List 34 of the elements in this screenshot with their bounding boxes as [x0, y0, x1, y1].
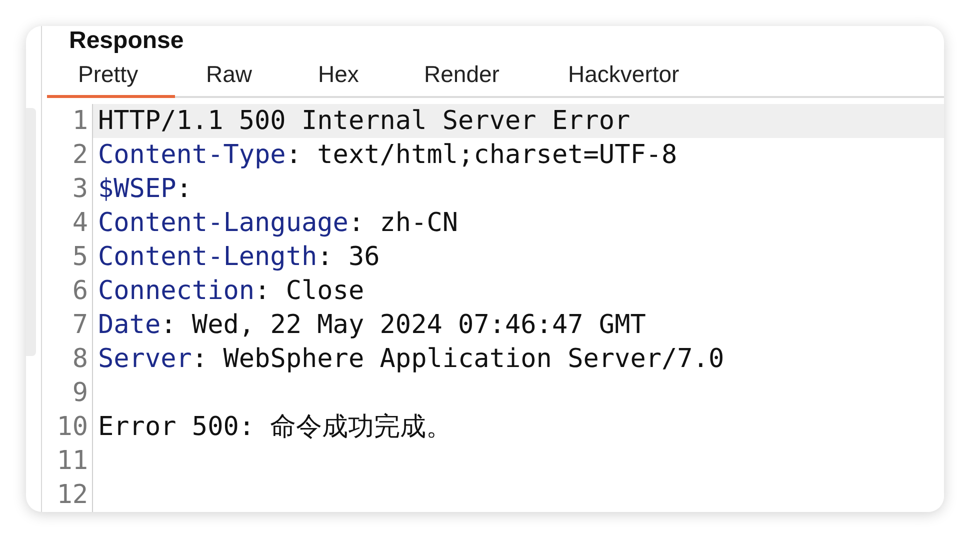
header-name: $WSEP — [98, 172, 176, 206]
line-number: 3 — [72, 172, 88, 206]
tab[interactable]: Hackvertor — [537, 54, 677, 98]
line-number: 12 — [56, 478, 88, 512]
header-name: Content-Type — [98, 138, 286, 172]
header-name: Connection — [98, 274, 255, 308]
line-number: 8 — [72, 342, 88, 376]
body-text: Error 500: 命令成功完成。 — [98, 410, 452, 444]
status-line: HTTP/1.1 500 Internal Server Error — [98, 104, 630, 138]
header-name: Server — [98, 342, 192, 376]
header-value: : 36 — [317, 240, 380, 274]
header-value: : WebSphere Application Server/7.0 — [192, 342, 724, 376]
header-value: : text/html;charset=UTF-8 — [286, 138, 678, 172]
header-name: Date — [98, 308, 161, 342]
tab[interactable]: Hex — [287, 54, 393, 98]
header-value: : Close — [254, 274, 364, 308]
panel-title: Response — [68, 26, 185, 52]
tab[interactable]: Raw — [175, 54, 287, 98]
header-value: : zh-CN — [348, 206, 458, 240]
line-number: 5 — [72, 240, 88, 274]
line-number: 6 — [72, 274, 88, 308]
line-number: 4 — [72, 206, 88, 240]
header-name: Content-Language — [98, 206, 348, 240]
line-number: 7 — [72, 308, 88, 342]
header-value: : Wed, 22 May 2024 07:46:47 GMT — [160, 308, 646, 342]
tab[interactable]: Render — [393, 54, 537, 98]
header-value: : — [176, 172, 192, 206]
line-number: 10 — [56, 410, 88, 444]
line-number: 2 — [72, 138, 88, 172]
header-name: Content-Length — [98, 240, 318, 274]
tab[interactable]: Pretty — [47, 54, 175, 98]
line-number: 9 — [72, 376, 88, 410]
line-number: 1 — [72, 104, 88, 138]
line-number: 11 — [56, 444, 88, 478]
